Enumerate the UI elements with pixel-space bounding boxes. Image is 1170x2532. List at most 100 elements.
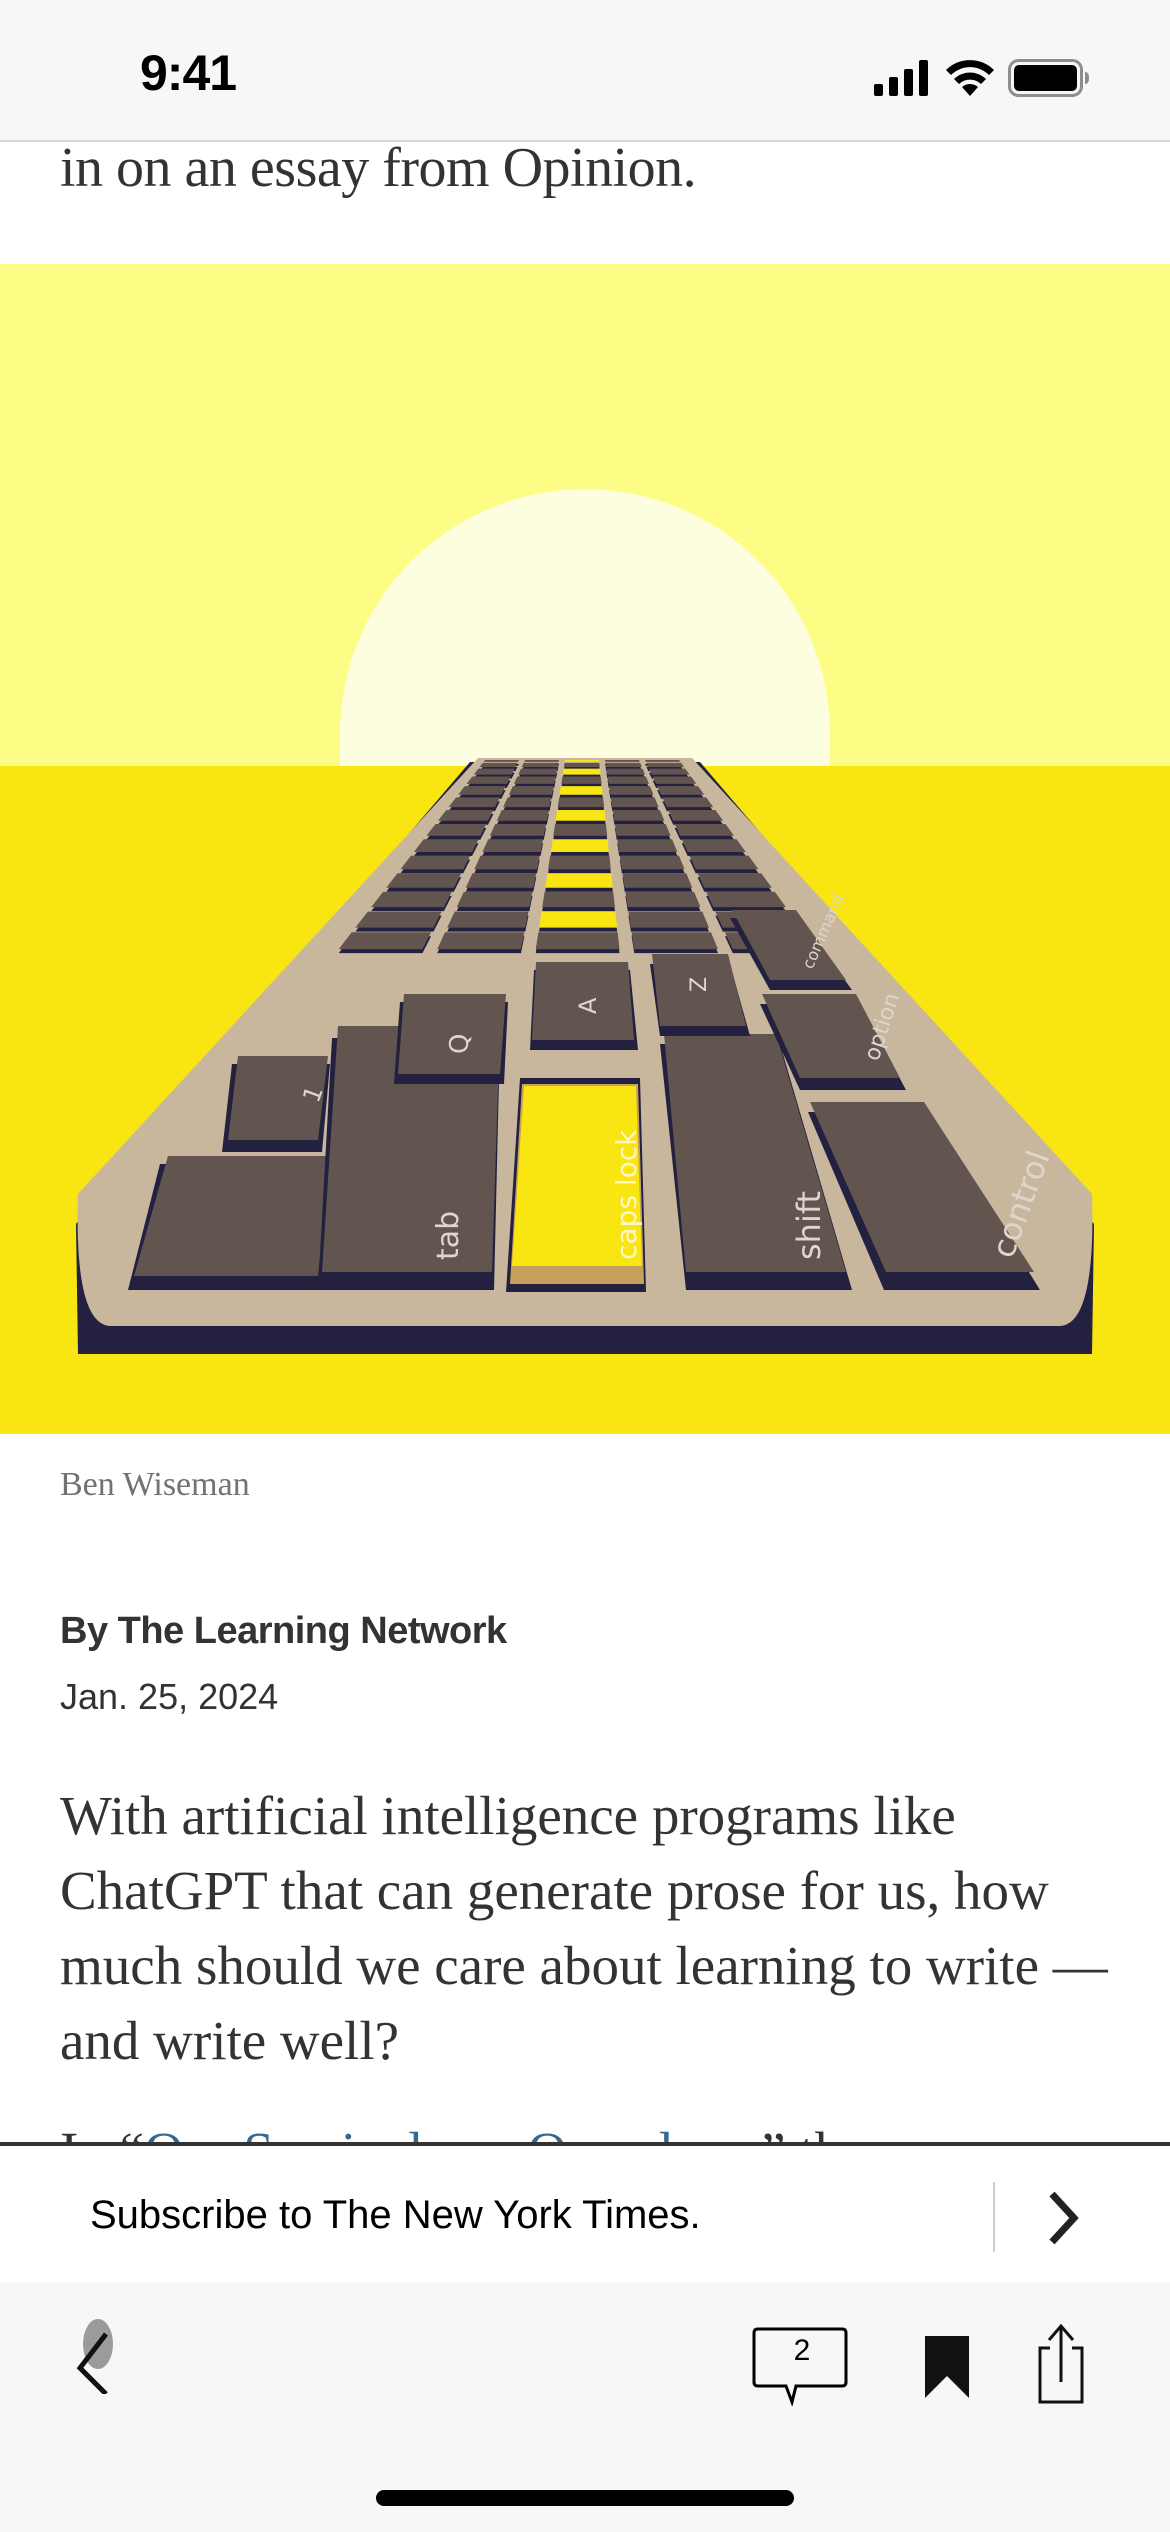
key — [606, 768, 646, 775]
key — [657, 786, 705, 795]
highlighted-key — [545, 873, 613, 888]
key — [371, 891, 452, 908]
key — [473, 768, 515, 775]
highlighted-key — [550, 839, 609, 852]
key — [610, 797, 659, 808]
svg-text:caps lock: caps lock — [610, 1129, 643, 1260]
key — [535, 932, 620, 950]
save-button[interactable] — [922, 2332, 974, 2402]
divider — [993, 2182, 995, 2252]
battery-icon — [1008, 59, 1089, 97]
paragraph-prefix: In “ — [60, 2121, 144, 2144]
chevron-left-icon — [76, 2319, 113, 2396]
key — [483, 760, 519, 762]
share-button[interactable] — [1036, 2322, 1086, 2404]
key — [456, 891, 533, 908]
key — [617, 839, 678, 852]
key — [605, 762, 642, 768]
key-1: 1 — [222, 1056, 330, 1152]
key — [458, 786, 506, 795]
key — [513, 776, 556, 784]
back-button[interactable] — [60, 2314, 140, 2396]
key — [706, 891, 786, 908]
key — [386, 873, 462, 888]
key — [355, 911, 442, 928]
article-date: Jan. 25, 2024 — [60, 1676, 279, 1717]
key — [607, 776, 649, 784]
key — [561, 776, 602, 784]
key — [503, 797, 552, 808]
key — [645, 760, 681, 762]
subscribe-text[interactable]: Subscribe to The New York Times. — [90, 2193, 701, 2238]
key — [437, 810, 494, 821]
key-caps-lock: caps lock — [506, 1078, 646, 1292]
home-indicator[interactable] — [376, 2490, 794, 2506]
comments-count: 2 — [793, 2334, 811, 2367]
article-paragraph: In “Our Semicolons, Ourselves,” the — [60, 2114, 1120, 2144]
key — [479, 762, 518, 768]
key — [681, 839, 746, 852]
key-a: A — [530, 962, 638, 1050]
wifi-icon — [946, 60, 994, 96]
svg-text:shift: shift — [790, 1191, 828, 1260]
key — [674, 823, 735, 836]
key — [413, 839, 479, 852]
status-icons — [874, 58, 1090, 98]
article-hero-image[interactable]: tab caps lock shift control 1 Q A option… — [0, 264, 1170, 1434]
highlighted-key — [559, 786, 603, 795]
svg-text:Q: Q — [445, 1034, 475, 1054]
article-summary: With artificial intelligence programs li… — [60, 1785, 1108, 2071]
key — [496, 810, 549, 821]
key — [612, 810, 665, 821]
key — [542, 891, 615, 908]
key — [563, 762, 600, 768]
highlighted-key — [562, 768, 601, 775]
key — [437, 932, 525, 950]
key — [605, 760, 640, 762]
highlighted-key — [564, 760, 600, 762]
share-icon — [1038, 2323, 1084, 2404]
key — [625, 891, 701, 908]
key — [652, 776, 697, 784]
key — [614, 823, 671, 836]
chevron-right-icon[interactable] — [1040, 2188, 1088, 2248]
key — [521, 762, 559, 768]
key — [448, 797, 500, 808]
key — [622, 873, 693, 888]
key — [489, 823, 547, 836]
comments-button[interactable]: 2 — [750, 2326, 854, 2406]
key — [619, 855, 685, 870]
bookmark-icon — [925, 2336, 969, 2398]
svg-text:A: A — [574, 997, 602, 1014]
key — [548, 855, 611, 870]
key — [426, 823, 487, 836]
key — [646, 762, 685, 768]
essay-link[interactable]: Our Semicolons, Ourselves — [144, 2121, 747, 2144]
key — [628, 911, 710, 928]
key — [400, 855, 471, 870]
key — [697, 873, 772, 888]
article-text-fragment: in on an essay from Opinion. — [60, 137, 697, 199]
key — [649, 768, 690, 775]
key — [557, 797, 605, 808]
key — [518, 768, 558, 775]
subscribe-banner[interactable]: Subscribe to The New York Times. — [0, 2142, 1170, 2286]
key-q: Q — [394, 994, 508, 1084]
image-credit: Ben Wiseman — [60, 1466, 250, 1503]
key — [466, 776, 511, 784]
highlighted-key — [555, 810, 606, 821]
key — [465, 873, 537, 888]
highlighted-key — [539, 911, 618, 928]
article-byline[interactable]: By The Learning Network — [60, 1610, 507, 1653]
key — [609, 786, 654, 795]
key — [631, 932, 718, 950]
key — [668, 810, 724, 821]
key-left-bottom — [128, 1156, 330, 1290]
svg-text:tab: tab — [431, 1211, 466, 1260]
key — [482, 839, 544, 852]
key — [474, 855, 540, 870]
paragraph-suffix: ,” the — [747, 2121, 866, 2144]
cellular-signal-icon — [874, 60, 928, 96]
svg-text:Z: Z — [687, 977, 712, 992]
key — [689, 855, 759, 870]
